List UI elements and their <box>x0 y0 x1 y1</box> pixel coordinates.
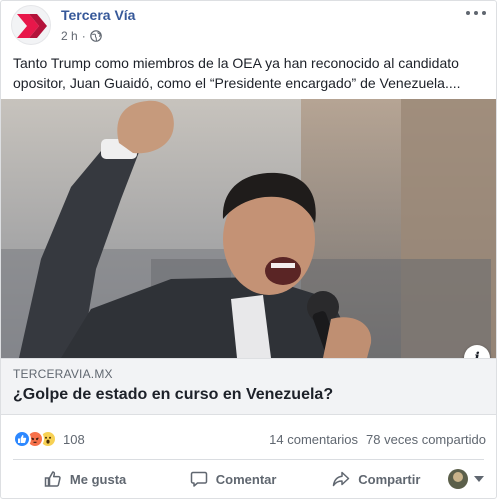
post-timestamp[interactable]: 2 h <box>61 28 78 44</box>
tercera-via-logo-icon <box>17 14 47 38</box>
like-button-label: Me gusta <box>69 471 127 487</box>
comments-count-link[interactable]: 14 comentarios <box>269 432 358 447</box>
share-button-label: Compartir <box>358 471 421 487</box>
post-message: Tanto Trump como miembros de la OEA ya h… <box>13 55 461 91</box>
reaction-count: 108 <box>63 431 85 447</box>
meta-separator: · <box>81 29 86 43</box>
link-preview-image[interactable] <box>1 99 496 358</box>
stats-right: 14 comentarios 78 veces compartido <box>269 432 486 447</box>
shares-count-link[interactable]: 78 veces compartido <box>366 432 486 447</box>
share-button[interactable]: Compartir <box>309 463 444 495</box>
page-avatar[interactable] <box>11 5 51 45</box>
avatar <box>448 469 469 489</box>
like-reaction-icon <box>13 430 31 448</box>
link-caption[interactable]: TERCERAVIA.MX ¿Golpe de estado en curso … <box>1 358 496 415</box>
comment-button[interactable]: Comentar <box>157 463 309 495</box>
reaction-audience-selector[interactable] <box>444 463 485 495</box>
globe-icon[interactable] <box>89 30 102 42</box>
like-button[interactable]: Me gusta <box>13 463 157 495</box>
share-arrow-icon <box>333 471 350 487</box>
post-meta: 2 h · <box>61 28 135 44</box>
link-domain: TERCERAVIA.MX <box>13 367 113 381</box>
link-preview-card[interactable]: i TERCERAVIA.MX ¿Golpe de estado en curs… <box>1 99 496 415</box>
engagement-stats: 108 14 comentarios 78 veces compartido <box>13 429 486 449</box>
chevron-down-icon <box>474 476 485 482</box>
action-divider <box>13 459 484 460</box>
page-name-link[interactable]: Tercera Vía <box>61 6 135 24</box>
header-text: Tercera Vía 2 h · <box>61 6 135 44</box>
comment-icon <box>190 471 208 487</box>
preview-photo <box>1 99 496 358</box>
facebook-post: Tercera Vía 2 h · Tanto Trump como miemb… <box>0 0 497 499</box>
thumbs-up-icon <box>44 471 61 487</box>
action-bar: Me gusta Comentar Compartir <box>13 463 485 495</box>
post-header: Tercera Vía 2 h · <box>11 5 135 45</box>
comment-button-label: Comentar <box>215 471 277 487</box>
more-options-icon[interactable] <box>466 7 486 19</box>
link-headline[interactable]: ¿Golpe de estado en curso en Venezuela? <box>13 385 333 405</box>
reaction-summary[interactable]: 108 <box>13 430 85 448</box>
